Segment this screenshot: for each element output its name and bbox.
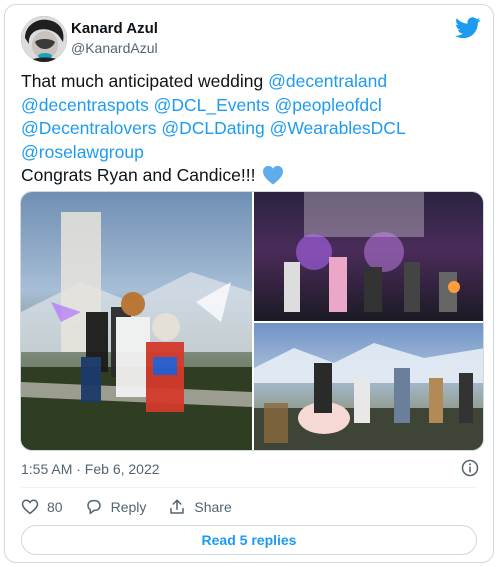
info-icon[interactable] (461, 459, 479, 477)
twitter-bird-icon[interactable] (455, 17, 481, 39)
reply-icon (86, 499, 101, 515)
mention-dcl-events[interactable]: @DCL_Events (154, 95, 270, 115)
media-photo-2[interactable] (254, 192, 483, 321)
mention-dcldating[interactable]: @DCLDating (161, 118, 264, 138)
action-bar: 80 Reply Share (21, 495, 254, 519)
reply-label: Reply (110, 499, 147, 515)
divider (21, 487, 477, 488)
blue-heart-icon (263, 165, 284, 185)
tweet-card: Kanard Azul @KanardAzul That much antici… (4, 4, 494, 563)
mention-decentraspots[interactable]: @decentraspots (21, 95, 149, 115)
reply-button[interactable]: Reply (85, 498, 147, 516)
mention-decentralovers[interactable]: @Decentralovers (21, 118, 156, 138)
share-label: Share (194, 499, 232, 515)
media-photo-3[interactable] (254, 323, 483, 450)
tweet-text-intro: That much anticipated wedding (21, 71, 269, 91)
share-button[interactable]: Share (168, 498, 232, 516)
tweet-text-congrats: Congrats Ryan and Candice!!! (21, 165, 256, 185)
mention-roselawgroup[interactable]: @roselawgroup (21, 142, 144, 162)
author-name[interactable]: Kanard Azul (71, 20, 158, 37)
tweet-timestamp[interactable]: 1:55 AM · Feb 6, 2022 (21, 461, 160, 477)
read-replies-button[interactable]: Read 5 replies (21, 525, 477, 555)
heart-outline-icon (21, 499, 39, 515)
share-icon (170, 499, 185, 514)
tweet-text: That much anticipated wedding @decentral… (21, 70, 461, 188)
like-count: 80 (47, 499, 63, 515)
avatar[interactable] (21, 16, 67, 62)
mention-peopleofdcl[interactable]: @peopleofdcl (274, 95, 381, 115)
author-handle[interactable]: @KanardAzul (71, 40, 158, 56)
media-grid[interactable] (20, 191, 484, 451)
mention-wearablesdcl[interactable]: @WearablesDCL (270, 118, 406, 138)
mention-decentraland[interactable]: @decentraland (268, 71, 387, 91)
media-photo-1[interactable] (21, 192, 252, 450)
like-button[interactable]: 80 (21, 498, 63, 516)
